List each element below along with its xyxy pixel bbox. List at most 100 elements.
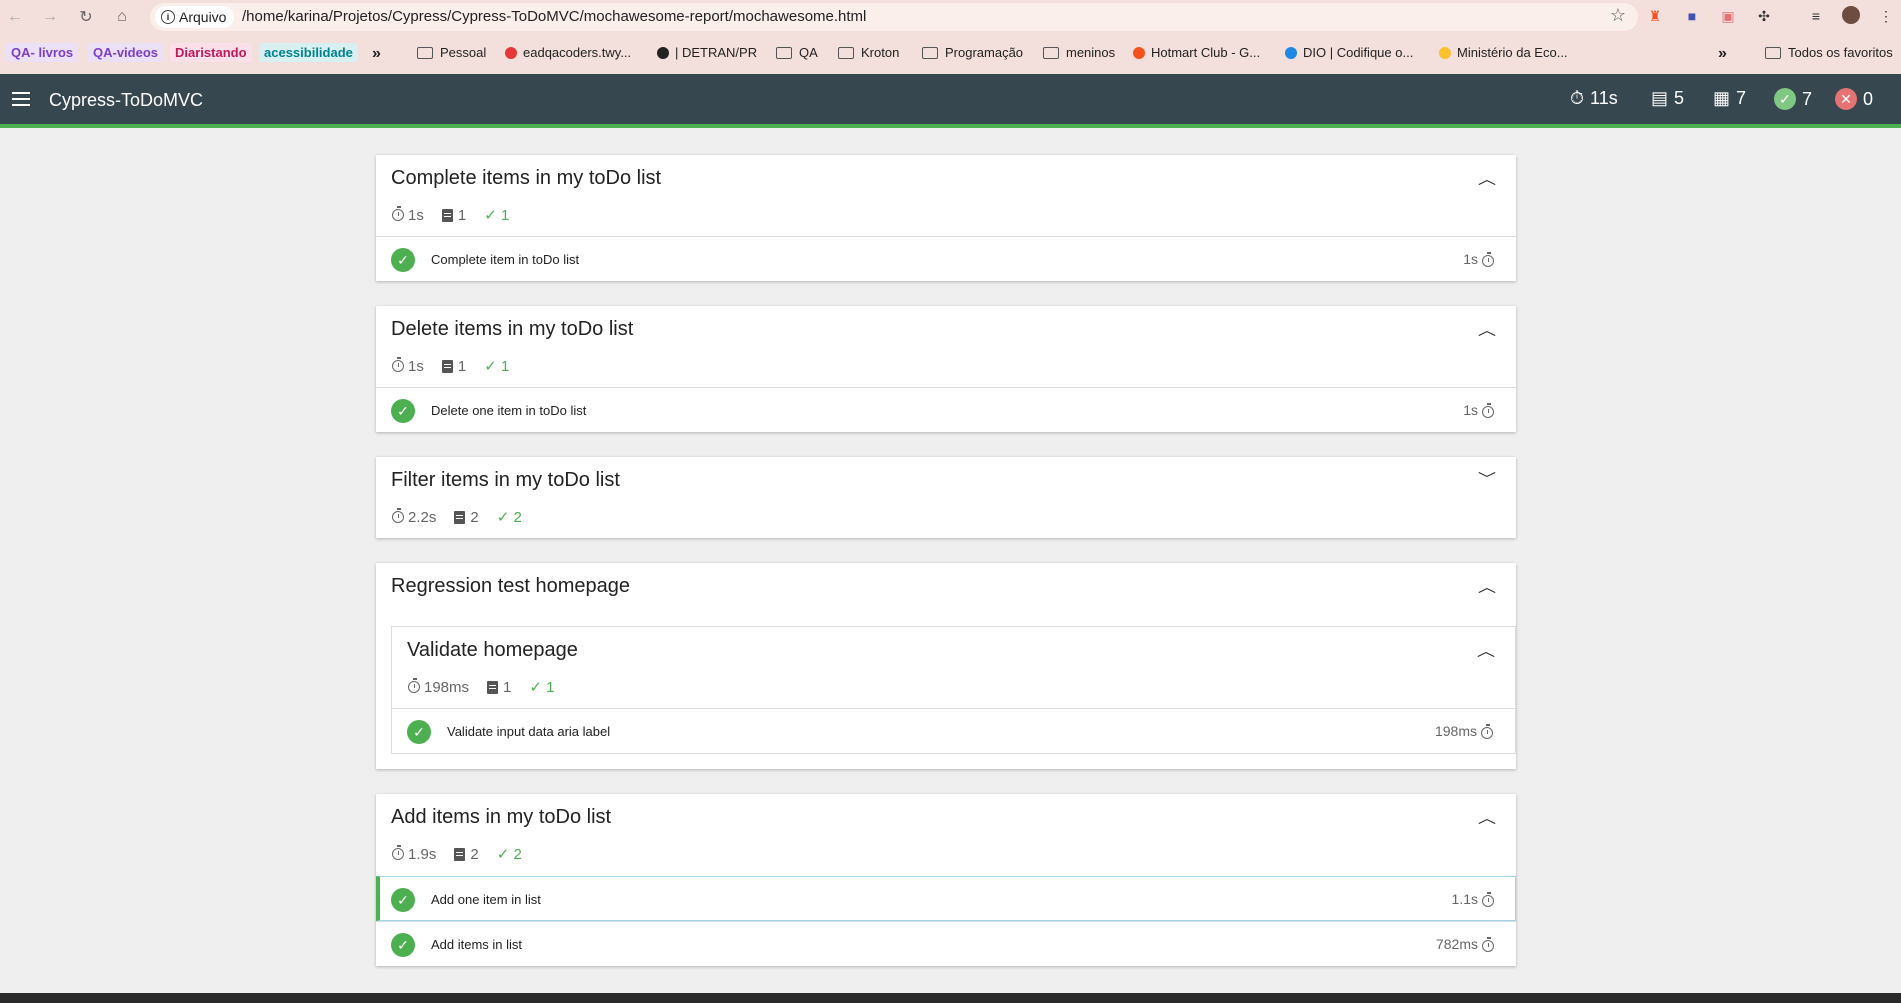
test-name: Validate input data aria label [447,724,611,739]
bookmark-item[interactable]: Ministério da Eco... [1439,45,1568,60]
favicon-icon [1133,46,1145,59]
bookmark-label: DIO | Codifique o... [1303,45,1414,60]
stat-failed[interactable]: ✕ 0 [1835,88,1873,110]
folder-icon [838,46,854,59]
bookmark-folder[interactable]: Todos os favoritos [1765,45,1893,60]
bookmark-label: QA- livros [11,45,74,60]
home-icon[interactable]: ⌂ [111,6,133,28]
bookmark-label: acessibilidade [264,45,353,60]
stat-suites[interactable]: ▤ 5 [1651,88,1684,109]
test-duration: 1s [1463,402,1478,418]
stat-passed[interactable]: ✓ 7 [1774,88,1812,110]
clipboard-icon [454,847,466,861]
chevron-up-icon[interactable]: ︿ [1477,641,1495,661]
chevron-up-icon[interactable]: ︿ [1478,169,1496,189]
folder-icon [417,46,433,59]
test-name: Add items in list [431,937,523,952]
passed-check-icon: ✓ [391,888,415,912]
hamburger-menu-icon[interactable] [12,92,30,106]
bookmark-folder[interactable]: Pessoal [417,45,486,60]
url-text[interactable]: /home/karina/Projetos/Cypress/Cypress-To… [242,8,866,25]
bookmark-label: Diaristando [175,45,247,60]
bookmarks-overflow-button[interactable]: » [372,45,381,63]
extension-icon[interactable]: ▣ [1718,6,1738,26]
test-row[interactable]: ✓ Complete item in toDo list 1s [376,236,1516,281]
test-duration: 198ms [1434,723,1477,739]
favicon-icon [505,46,517,59]
check-icon: ✓ [496,846,514,863]
check-icon: ✓ [484,358,501,375]
media-control-icon[interactable]: ≡ [1806,6,1826,26]
test-row-selected[interactable]: ✓ Add one item in list 1.1s [376,876,1516,921]
bookmark-label: Hotmart Club - G... [1151,45,1261,60]
test-row[interactable]: ✓ Validate input data aria label 198ms [392,708,1515,753]
address-bar[interactable]: i Arquivo /home/karina/Projetos/Cypress/C… [150,3,1638,31]
chevron-up-icon[interactable]: ︿ [1478,808,1496,828]
bookmark-label: Kroton [861,45,900,60]
passed-check-icon: ✓ [391,248,415,272]
site-info-chip[interactable]: i Arquivo [155,6,235,28]
test-duration: 782ms [1435,936,1478,952]
bookmark-folder[interactable]: Kroton [838,45,899,60]
bookmark-item[interactable]: QA- livros [6,43,79,62]
bookmark-folder[interactable]: QA [776,45,818,60]
bookmark-item[interactable]: Diaristando [170,43,252,62]
suite-title: Delete items in my toDo list [391,318,634,340]
stopwatch-icon [392,206,404,221]
bookmark-label: QA-videos [93,45,159,60]
passed-check-icon: ✓ [407,720,431,744]
profile-avatar[interactable] [1842,6,1860,24]
suite-card: Filter items in my toDo list ﹀ 2.2s 2 ✓ … [376,457,1516,538]
folder-icon [776,46,792,59]
bookmark-item[interactable]: | DETRAN/PR [657,45,757,60]
extension-icon[interactable]: ♜ [1645,6,1665,26]
favicon-icon [657,46,669,59]
suite-title: Complete items in my toDo list [391,167,662,189]
browser-menu-icon[interactable]: ⋮ [1876,6,1896,26]
bookmark-item[interactable]: acessibilidade [259,43,358,62]
favicon-icon [1285,46,1297,59]
bookmark-label: » [1718,45,1727,62]
bookmark-item[interactable]: QA-videos [88,43,164,62]
bookmark-item[interactable]: DIO | Codifique o... [1285,45,1413,60]
test-name: Complete item in toDo list [431,252,580,267]
suite-meta: 198ms 1 ✓ 1 [408,678,554,696]
back-icon[interactable]: ← [4,6,26,28]
stat-tests[interactable]: ▦ 7 [1713,88,1746,109]
folder-icon [1765,46,1781,59]
bookmark-label: Ministério da Eco... [1457,45,1568,60]
folder-icon [922,46,938,59]
stopwatch-icon [1482,937,1494,952]
bookmark-folder[interactable]: Programação [922,45,1023,60]
stat-duration: ⏱ 11s [1570,88,1618,108]
suite-card: Regression test homepage ︿ Validate home… [376,563,1516,769]
test-name: Add one item in list [431,892,541,907]
bookmark-label: eadqacoders.twy... [523,45,632,60]
folder-icon [1043,46,1059,59]
suite-meta: 1.9s 2 ✓ 2 [392,845,522,863]
suite-title: Filter items in my toDo list [391,469,620,491]
extensions-puzzle-icon[interactable]: ✣ [1754,6,1774,26]
bookmarks-overflow-button[interactable]: » [1718,45,1727,63]
clipboard-icon [487,680,499,694]
clipboard-icon [441,208,453,222]
bookmark-star-icon[interactable]: ☆ [1610,5,1626,26]
chevron-down-icon[interactable]: ﹀ [1478,469,1496,489]
clipboard-icon [441,359,453,373]
stopwatch-icon [392,357,404,372]
suites-icon: ▤ [1651,88,1669,108]
passed-check-icon: ✓ [391,399,415,423]
bookmark-item[interactable]: eadqacoders.twy... [505,45,631,60]
forward-icon[interactable]: → [39,6,61,28]
bookmark-item[interactable]: Hotmart Club - G... [1133,45,1260,60]
chevron-up-icon[interactable]: ︿ [1478,577,1496,597]
info-icon: i [161,10,175,24]
test-duration: 1s [1463,251,1478,267]
extension-icon[interactable]: ■ [1682,6,1702,26]
suite-meta: 2.2s 2 ✓ 2 [392,508,522,526]
test-row[interactable]: ✓ Delete one item in toDo list 1s [376,387,1516,432]
reload-icon[interactable]: ↻ [75,6,97,28]
bookmark-folder[interactable]: meninos [1043,45,1115,60]
test-row[interactable]: ✓ Add items in list 782ms [376,921,1516,966]
chevron-up-icon[interactable]: ︿ [1478,320,1496,340]
